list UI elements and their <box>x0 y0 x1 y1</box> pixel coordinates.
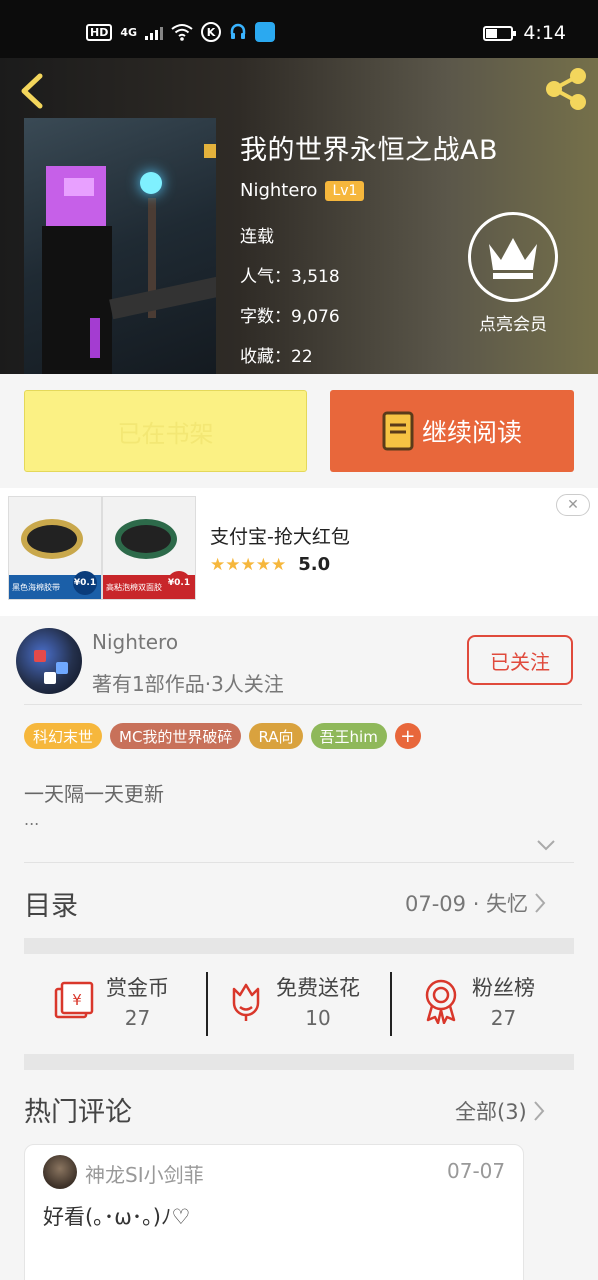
chevron-right-icon <box>535 893 546 913</box>
tag-item[interactable]: 吾王him <box>310 723 387 749</box>
comment-date: 07-07 <box>447 1159 506 1183</box>
description-ellipsis: ... <box>24 810 40 829</box>
headset-icon <box>230 23 246 39</box>
divider <box>206 972 208 1036</box>
comment-card[interactable]: 神龙SI小剑菲 07-07 好看(｡･ω･｡)ﾉ♡ <box>24 1144 524 1280</box>
tag-item[interactable]: RA向 <box>249 723 303 749</box>
chevron-right-icon <box>534 1101 545 1121</box>
ad-rating: ★★★★★ 5.0 <box>210 554 330 575</box>
continue-reading-button[interactable]: 继续阅读 <box>330 390 574 472</box>
vip-label: 点亮会员 <box>479 315 547 335</box>
chevron-down-icon[interactable] <box>536 838 556 852</box>
free-flower-button[interactable]: 免费送花 10 <box>226 972 360 1030</box>
continue-reading-label: 继续阅读 <box>421 418 522 447</box>
ad-image-1[interactable]: 黑色海棉胶带 ¥0.1 <box>8 496 102 600</box>
signal-icon <box>145 24 164 40</box>
stat-value: 27 <box>490 1006 517 1030</box>
toc-title[interactable]: 目录 <box>24 884 78 923</box>
book-word-count: 字数：9,076 <box>240 307 340 327</box>
ad-title[interactable]: 支付宝-抢大红包 <box>210 522 350 549</box>
follow-button[interactable]: 已关注 <box>467 635 573 685</box>
battery-icon <box>483 25 517 41</box>
all-comments-link[interactable]: 全部(3) <box>455 1096 545 1126</box>
divider <box>390 972 392 1036</box>
flower-icon <box>232 983 260 1021</box>
fan-ranking-button[interactable]: 粉丝榜 27 <box>420 972 535 1030</box>
book-popularity: 人气：3,518 <box>240 267 340 287</box>
ad-score: 5.0 <box>298 554 331 575</box>
divider <box>24 704 582 705</box>
all-comments-label: 全部(3) <box>455 1100 527 1124</box>
star-rating-icon: ★★★★★ <box>210 554 287 575</box>
level-badge: Lv1 <box>325 180 365 201</box>
wifi-icon <box>171 24 193 41</box>
commenter-avatar[interactable] <box>43 1155 77 1189</box>
stat-value: 27 <box>124 1006 151 1030</box>
book-title: 我的世界永恒之战AB <box>240 135 498 166</box>
on-shelf-button[interactable]: 已在书架 <box>24 390 307 472</box>
red-envelope-icon: ¥ <box>54 981 94 1019</box>
stat-value: 10 <box>305 1006 331 1030</box>
ad-image-2[interactable]: 高粘泡棉双面胶 ¥0.1 <box>102 496 196 600</box>
tag-item[interactable]: 科幻末世 <box>24 723 103 749</box>
book-author[interactable]: Nightero <box>240 180 317 201</box>
toc-latest-chapter[interactable]: 07-09 · 失忆 <box>405 888 546 918</box>
add-tag-button[interactable]: + <box>394 723 421 749</box>
author-name[interactable]: Nightero <box>92 630 178 654</box>
book-cover[interactable] <box>24 118 216 374</box>
section-divider <box>24 938 574 954</box>
tag-list: 科幻末世 MC我的世界破碎 RA向 吾王him + <box>24 723 421 749</box>
book-header: 我的世界永恒之战AB Nightero Lv1 连载 人气：3,518 字数：9… <box>0 58 598 374</box>
latest-chapter-label: 07-09 · 失忆 <box>405 892 529 916</box>
medal-icon <box>425 979 457 1024</box>
ad-banner[interactable]: 黑色海棉胶带 ¥0.1 高粘泡棉双面胶 ¥0.1 支付宝-抢大红包 ★★★★★ … <box>0 488 598 616</box>
book-favorites: 收藏：22 <box>240 347 313 367</box>
crown-icon <box>489 238 537 279</box>
commenter-name[interactable]: 神龙SI小剑菲 <box>85 1159 204 1188</box>
book-icon <box>382 411 414 451</box>
author-avatar[interactable] <box>16 628 82 694</box>
svg-text:¥: ¥ <box>72 991 82 1009</box>
comment-text: 好看(｡･ω･｡)ﾉ♡ <box>43 1205 191 1229</box>
stat-label: 粉丝榜 <box>472 976 535 1000</box>
status-bar: HD 4G K 4:14 <box>0 0 598 58</box>
hot-comments-title: 热门评论 <box>24 1097 132 1128</box>
hd-indicator: HD <box>86 23 113 41</box>
stat-label: 赏金币 <box>106 976 169 1000</box>
stat-label: 免费送花 <box>276 976 360 1000</box>
ad-close-icon[interactable]: ✕ <box>556 494 590 516</box>
author-info: 著有1部作品·3人关注 <box>92 672 284 696</box>
app-notification-icon <box>255 22 276 42</box>
book-description: 一天隔一天更新 <box>24 782 164 806</box>
k-app-icon: K <box>201 22 222 42</box>
share-icon[interactable] <box>542 66 590 112</box>
back-icon[interactable] <box>16 72 46 110</box>
vip-button[interactable]: 点亮会员 <box>466 212 560 335</box>
clock: 4:14 <box>523 22 566 44</box>
tag-item[interactable]: MC我的世界破碎 <box>110 723 242 749</box>
network-type: 4G <box>120 25 138 39</box>
book-status: 连载 <box>240 227 274 247</box>
divider <box>24 862 574 863</box>
reward-coins-button[interactable]: ¥ 赏金币 27 <box>52 972 169 1030</box>
section-divider <box>24 1054 574 1070</box>
